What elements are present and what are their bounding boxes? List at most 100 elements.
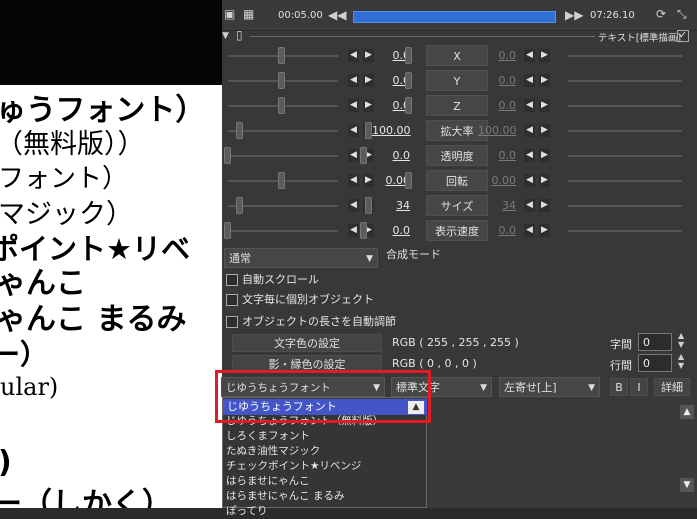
increment-icon[interactable]: ▶ [539, 49, 550, 62]
decrement-icon[interactable]: ◀ [524, 149, 535, 162]
decrement-icon[interactable]: ◀ [348, 199, 359, 212]
increment-icon[interactable]: ▶ [539, 124, 550, 137]
decrement-icon[interactable]: ◀ [524, 199, 535, 212]
increment-icon[interactable]: ▶ [539, 74, 550, 87]
right-slider-knob[interactable] [365, 122, 372, 139]
decrement-icon[interactable]: ◀ [524, 224, 535, 237]
right-slider-knob[interactable] [365, 197, 372, 214]
decrement-icon[interactable]: ◀ [348, 124, 359, 137]
right-slider-knob[interactable] [360, 222, 367, 239]
right-slider-knob[interactable] [360, 147, 367, 164]
blend-mode-select[interactable]: 通常 ▼ [224, 248, 378, 268]
decrement-icon[interactable]: ◀ [524, 74, 535, 87]
left-slider-knob[interactable] [224, 147, 231, 164]
left-slider-knob[interactable] [236, 122, 243, 139]
left-slider-knob[interactable] [278, 47, 285, 64]
font-list-item[interactable]: たぬき油性マジック [226, 444, 320, 459]
font-list-item[interactable]: ぽってり [226, 504, 267, 519]
char-spacing-stepper[interactable]: ▲ ▼ [678, 331, 684, 349]
expand-icon[interactable]: ⤡ [677, 8, 687, 20]
bold-button[interactable]: B [610, 378, 628, 396]
slider-track[interactable] [228, 130, 338, 132]
scroll-up-icon[interactable]: ▲ [680, 405, 694, 419]
right-slider-knob[interactable] [405, 97, 412, 114]
fast-forward-icon[interactable]: ▶▶ [565, 9, 583, 21]
decrement-icon[interactable]: ◀ [524, 99, 535, 112]
param-end-value[interactable]: 0.0 [478, 149, 517, 162]
left-slider-knob[interactable] [278, 172, 285, 189]
line-spacing-input[interactable]: 0 [638, 354, 672, 372]
left-slider-knob[interactable] [278, 97, 285, 114]
camera-icon[interactable]: ▣ [224, 8, 235, 20]
decrement-icon[interactable]: ◀ [348, 174, 359, 187]
decrement-icon[interactable]: ◀ [348, 74, 359, 87]
increment-icon[interactable]: ▶ [539, 224, 550, 237]
slider-track[interactable] [228, 230, 338, 232]
slider-track[interactable] [228, 205, 338, 207]
checkbox-box[interactable] [226, 294, 238, 306]
slider-track[interactable] [568, 230, 682, 232]
slider-track[interactable] [568, 205, 682, 207]
increment-icon[interactable]: ▶ [539, 99, 550, 112]
font-list-item[interactable]: しろくまフォント [226, 429, 310, 444]
checkbox-box[interactable] [226, 274, 238, 286]
slider-track[interactable] [568, 55, 682, 57]
increment-icon[interactable]: ▶ [539, 149, 550, 162]
param-end-value[interactable]: 0.00 [478, 174, 517, 187]
left-slider-knob[interactable] [224, 222, 231, 239]
slider-track[interactable] [568, 130, 682, 132]
left-slider-knob[interactable] [278, 72, 285, 89]
text-color-button[interactable]: 文字色の設定 [232, 334, 382, 352]
param-start-value[interactable]: 34 [372, 199, 410, 212]
scroll-down-icon[interactable]: ▼ [680, 478, 694, 492]
param-end-value[interactable]: 0.0 [478, 74, 517, 87]
right-slider-knob[interactable] [405, 172, 412, 189]
slider-track[interactable] [568, 155, 682, 157]
decrement-icon[interactable]: ◀ [524, 49, 535, 62]
object-enable-checkbox[interactable]: ✓ [677, 30, 689, 42]
rewind-icon[interactable]: ◀◀ [328, 9, 346, 21]
decrement-icon[interactable]: ◀ [348, 99, 359, 112]
param-start-value[interactable]: 0.0 [372, 224, 411, 237]
align-select[interactable]: 左寄せ[上] ▼ [499, 377, 600, 397]
layer-separator [250, 36, 595, 37]
font-list-item[interactable]: チェックポイント★リベンジ [226, 459, 361, 474]
grid-icon[interactable]: ▦ [243, 8, 254, 20]
decrement-icon[interactable]: ◀ [348, 149, 359, 162]
auto-scroll-checkbox[interactable]: 自動スクロール [226, 271, 319, 289]
decrement-icon[interactable]: ◀ [524, 124, 535, 137]
checkbox-box[interactable] [226, 316, 238, 328]
param-start-value[interactable]: 0.0 [372, 149, 411, 162]
param-end-value[interactable]: 0.0 [478, 99, 517, 112]
line-spacing-stepper[interactable]: ▲ ▼ [678, 352, 684, 370]
auto-length-checkbox[interactable]: オブジェクトの長さを自動調節 [226, 313, 396, 331]
timeline-slider[interactable] [353, 11, 556, 23]
font-list-item[interactable]: はらませにゃんこ [226, 474, 310, 489]
increment-icon[interactable]: ▶ [539, 174, 550, 187]
text-input-area[interactable] [430, 400, 697, 508]
italic-button[interactable]: I [630, 378, 648, 396]
sync-icon[interactable]: ⟳ [656, 8, 666, 20]
param-end-value[interactable]: 100.00 [478, 124, 517, 137]
param-start-value[interactable]: 100.00 [372, 124, 411, 137]
param-end-value[interactable]: 0.0 [478, 224, 517, 237]
right-slider-knob[interactable] [405, 47, 412, 64]
decrement-icon[interactable]: ◀ [348, 224, 359, 237]
font-list-item[interactable]: はらませにゃんこ まるみ [226, 489, 345, 504]
left-slider-knob[interactable] [236, 197, 243, 214]
decrement-icon[interactable]: ◀ [348, 49, 359, 62]
slider-track[interactable] [568, 105, 682, 107]
param-end-value[interactable]: 34 [478, 199, 516, 212]
slider-track[interactable] [228, 155, 338, 157]
param-end-value[interactable]: 0.0 [478, 49, 517, 62]
param-row-5: ◀ ▶ 0.00 回転 0.00 ◀ ▶ [222, 169, 697, 193]
decrement-icon[interactable]: ◀ [524, 174, 535, 187]
detail-button[interactable]: 詳細 [654, 378, 690, 396]
char-spacing-input[interactable]: 0 [638, 333, 672, 351]
slider-track[interactable] [568, 180, 682, 182]
slider-track[interactable] [568, 80, 682, 82]
collapse-triangle-icon[interactable]: ▼ [222, 30, 229, 42]
increment-icon[interactable]: ▶ [539, 199, 550, 212]
right-slider-knob[interactable] [405, 72, 412, 89]
per-char-object-checkbox[interactable]: 文字毎に個別オブジェクト [226, 291, 374, 309]
